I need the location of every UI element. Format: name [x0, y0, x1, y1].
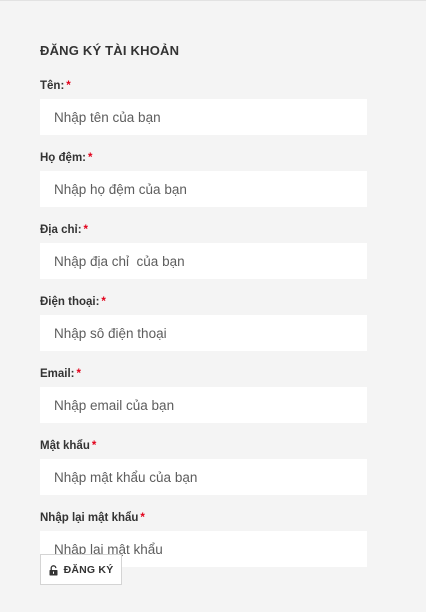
field-label-text: Địa chỉ:	[40, 224, 82, 236]
required-marker: *	[76, 368, 81, 380]
phone-label: Điện thoại: *	[40, 295, 367, 309]
register-button[interactable]: ĐĂNG KÝ	[40, 554, 122, 585]
required-marker: *	[83, 224, 89, 236]
field-phone: Điện thoại: *	[40, 295, 367, 351]
field-email: Email: *	[40, 367, 367, 423]
required-marker: *	[101, 296, 106, 308]
field-label-text: Email:	[40, 368, 75, 380]
field-label-text: Mật khẩu	[40, 440, 90, 452]
field-first-name: Tên: *	[40, 79, 367, 135]
register-form: ĐĂNG KÝ TÀI KHOẢN Tên:* Họ đệm:* Địa chỉ…	[40, 43, 367, 583]
address-label: Địa chỉ: *	[40, 223, 367, 237]
field-label-text: Tên:	[40, 80, 65, 92]
required-marker: *	[88, 152, 93, 164]
field-password: Mật khẩu *	[40, 439, 367, 495]
field-label-text: Điện thoại:	[40, 296, 100, 308]
required-marker: *	[140, 512, 145, 524]
first-name-input[interactable]	[40, 99, 367, 135]
field-label-text: Nhập lại mật khẩu	[40, 512, 139, 524]
unlock-icon	[49, 564, 58, 576]
middle-name-label: Họ đệm: *	[40, 151, 367, 165]
field-label-text: Họ đệm:	[40, 152, 86, 164]
middle-name-input[interactable]	[40, 171, 367, 207]
top-divider	[0, 0, 426, 1]
register-button-label: ĐĂNG KÝ	[63, 563, 114, 576]
required-marker: *	[91, 440, 97, 452]
required-marker: *	[66, 80, 71, 92]
confirm-password-label: Nhập lại mật khẩu *	[40, 511, 367, 525]
form-title: ĐĂNG KÝ TÀI KHOẢN	[40, 43, 180, 58]
password-input[interactable]	[40, 459, 367, 495]
address-input[interactable]	[40, 243, 367, 279]
first-name-label: Tên: *	[40, 79, 367, 93]
email-label: Email: *	[40, 367, 367, 381]
field-address: Địa chỉ: *	[40, 223, 367, 279]
field-middle-name: Họ đệm: *	[40, 151, 367, 207]
password-label: Mật khẩu *	[40, 439, 367, 453]
email-input[interactable]	[40, 387, 367, 423]
phone-input[interactable]	[40, 315, 367, 351]
